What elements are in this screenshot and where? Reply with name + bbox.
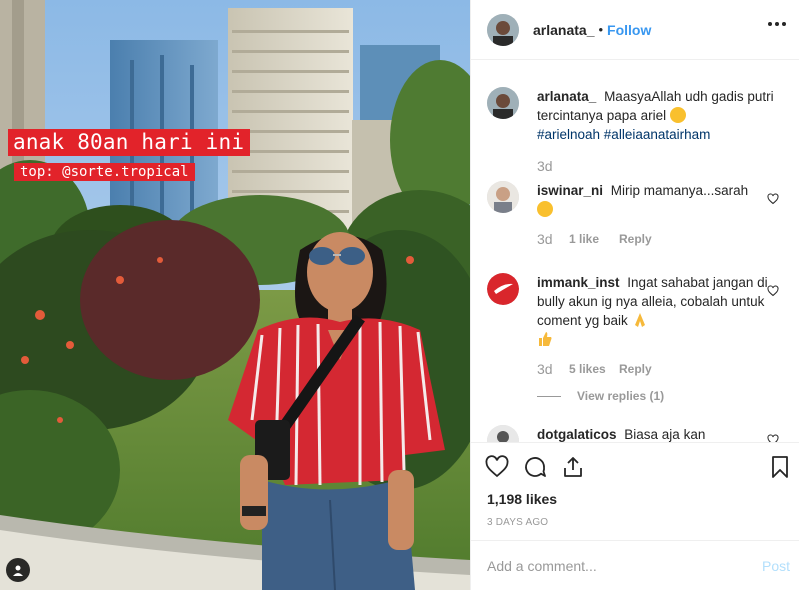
post-timestamp[interactable]: 3 DAYS AGO xyxy=(471,517,799,528)
post-photo[interactable]: anak 80an hari ini top: @sorte.tropical xyxy=(0,0,470,590)
add-comment-input[interactable] xyxy=(487,557,737,574)
avatar-image xyxy=(487,13,519,46)
bookmark-icon[interactable] xyxy=(768,455,792,479)
action-icons xyxy=(471,443,799,491)
comment-icon[interactable] xyxy=(523,455,547,479)
comment-like-heart-icon[interactable] xyxy=(767,434,779,442)
comment-time[interactable]: 3d xyxy=(537,158,569,174)
comment-username[interactable]: iswinar_ni xyxy=(537,183,603,198)
comment-item: dotgalaticos Biasa aja kan xyxy=(487,425,787,442)
story-caption-tag: top: @sorte.tropical xyxy=(14,163,195,181)
comment-body: arlanata_ MaasyaAllah udh gadis putri te… xyxy=(537,87,787,144)
more-dot xyxy=(775,22,779,26)
comment-body: iswinar_ni Mirip mamanya...sarah xyxy=(537,181,787,219)
share-icon[interactable] xyxy=(561,455,585,479)
avatar[interactable] xyxy=(487,13,519,46)
comment-body: dotgalaticos Biasa aja kan xyxy=(537,425,787,442)
header-separator: • xyxy=(598,22,604,37)
more-options-icon[interactable] xyxy=(768,22,786,26)
view-replies-label: View replies (1) xyxy=(577,389,665,403)
follow-button[interactable]: Follow xyxy=(607,22,651,38)
avatar[interactable] xyxy=(487,273,519,305)
header-username[interactable]: arlanata_ xyxy=(533,22,594,38)
comment-hashtags[interactable]: #arielnoah #alleiaanatairham xyxy=(537,125,787,144)
story-caption-text: anak 80an hari ini xyxy=(8,129,251,156)
comment-like-heart-icon[interactable] xyxy=(767,193,779,205)
comment-likes[interactable]: 1 like xyxy=(569,232,619,246)
view-replies-line xyxy=(537,395,561,397)
add-comment-bar: Post xyxy=(471,540,799,590)
star-struck-emoji-icon xyxy=(537,201,553,217)
thumbs-up-emoji-icon xyxy=(537,331,553,347)
comment-text: Biasa aja kan xyxy=(624,427,706,442)
comment-meta: 3d 5 likes Reply xyxy=(537,361,787,377)
avatar[interactable] xyxy=(487,425,519,442)
comment-username[interactable]: arlanata_ xyxy=(537,89,596,104)
post-actions: 1,198 likes 3 DAYS AGO xyxy=(471,442,799,528)
user-tag-glyph xyxy=(13,565,23,576)
comment-username[interactable]: dotgalaticos xyxy=(537,427,617,442)
avatar-image xyxy=(487,181,519,213)
more-dot xyxy=(782,22,786,26)
heart-icon[interactable] xyxy=(485,455,509,479)
reply-button[interactable]: Reply xyxy=(619,362,652,376)
comment-time[interactable]: 3d xyxy=(537,231,569,247)
comments-list[interactable]: arlanata_ MaasyaAllah udh gadis putri te… xyxy=(471,61,799,442)
folded-hands-emoji-icon xyxy=(632,312,648,328)
likes-count[interactable]: 1,198 likes xyxy=(471,491,799,507)
avatar[interactable] xyxy=(487,87,519,119)
star-struck-emoji-icon xyxy=(669,107,686,123)
comment-body: immank_inst Ingat sahabat jangan di bull… xyxy=(537,273,787,349)
more-dot xyxy=(768,22,772,26)
pray-glyph xyxy=(634,313,645,327)
reply-button[interactable]: Reply xyxy=(619,232,652,246)
comment-text: Mirip mamanya...sarah xyxy=(610,183,749,198)
comment-time[interactable]: 3d xyxy=(537,361,569,377)
thumbs-up-glyph xyxy=(539,332,552,346)
user-tag-icon[interactable] xyxy=(6,558,30,582)
comment-item: immank_inst Ingat sahabat jangan di bull… xyxy=(487,273,787,403)
avatar-image xyxy=(487,273,519,305)
avatar[interactable] xyxy=(487,181,519,213)
post-sidebar: arlanata_ • Follow arlanata_ MaasyaAllah… xyxy=(470,0,799,590)
view-replies-button[interactable]: View replies (1) xyxy=(537,389,787,403)
comment-username[interactable]: immank_inst xyxy=(537,275,620,290)
comment-like-heart-icon[interactable] xyxy=(767,285,779,297)
comment-meta: 3d xyxy=(537,158,787,174)
comment-likes[interactable]: 5 likes xyxy=(569,362,619,376)
caption-comment: arlanata_ MaasyaAllah udh gadis putri te… xyxy=(487,87,787,174)
avatar-image xyxy=(487,425,519,442)
comment-meta: 3d 1 like Reply xyxy=(537,231,787,247)
photo-scene xyxy=(0,0,470,590)
post-comment-button[interactable]: Post xyxy=(762,558,790,574)
avatar-image xyxy=(487,87,519,119)
comment-item: iswinar_ni Mirip mamanya...sarah 3d 1 li… xyxy=(487,181,787,247)
post-header: arlanata_ • Follow xyxy=(471,0,799,60)
